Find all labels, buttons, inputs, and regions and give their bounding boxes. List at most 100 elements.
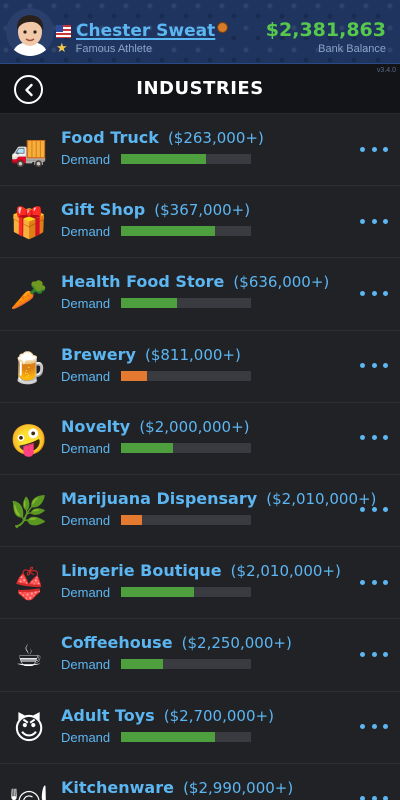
- demand-bar-fill: [121, 154, 206, 164]
- dot-icon: [383, 579, 388, 585]
- more-options-button[interactable]: [360, 214, 388, 228]
- more-options-button[interactable]: [360, 503, 388, 517]
- dot-icon: [360, 435, 365, 441]
- dot-icon: [360, 724, 365, 729]
- page-header: INDUSTRIES v3.4.0: [0, 64, 400, 114]
- industry-title: Adult Toys ($2,700,000+): [61, 706, 274, 725]
- industry-row[interactable]: 🍽 Kitchenware ($2,990,000+) Demand: [0, 763, 400, 800]
- beer-mug-icon: 🍺: [10, 350, 48, 386]
- demand-label: Demand: [61, 152, 111, 167]
- dot-icon: [371, 435, 377, 441]
- industry-name: Coffeehouse: [61, 633, 173, 653]
- industry-row[interactable]: 🌿 Marijuana Dispensary ($2,010,000+) Dem…: [0, 474, 400, 548]
- dot-icon: [360, 290, 365, 296]
- more-options-button[interactable]: [360, 792, 388, 800]
- zany-face-icon: 🤪: [10, 422, 48, 458]
- industry-price: ($2,010,000+): [230, 562, 341, 581]
- player-status-row: ★ Famous Athlete: [56, 42, 152, 55]
- star-icon: ★: [56, 41, 68, 56]
- dot-icon: [360, 146, 365, 152]
- industry-price: ($811,000+): [144, 345, 241, 364]
- industry-price: ($367,000+): [154, 201, 251, 220]
- industry-row[interactable]: 🥕 Health Food Store ($636,000+) Demand: [0, 258, 400, 331]
- dot-icon: [360, 363, 365, 369]
- demand-label: Demand: [61, 657, 111, 673]
- dot-icon: [371, 146, 377, 152]
- version-label: v3.4.0: [376, 67, 396, 74]
- industry-price: ($2,990,000+): [183, 778, 294, 797]
- more-options-button[interactable]: [360, 575, 388, 589]
- industry-row[interactable]: ☕ Coffeehouse ($2,250,000+) Demand: [0, 619, 400, 692]
- demand-bar: [121, 226, 251, 237]
- dot-icon: [383, 146, 388, 152]
- industry-name: Adult Toys: [61, 705, 155, 725]
- industry-title: Gift Shop ($367,000+): [61, 200, 250, 219]
- dot-icon: [383, 724, 388, 729]
- industry-name: Marijuana Dispensary: [61, 488, 258, 508]
- demand-bar-fill: [121, 659, 163, 670]
- dot-icon: [383, 218, 388, 224]
- demand-bar-fill: [121, 731, 215, 742]
- dot-icon: [383, 290, 388, 296]
- industry-title: Marijuana Dispensary ($2,010,000+): [61, 489, 376, 508]
- avatar[interactable]: [6, 8, 54, 56]
- more-options-button[interactable]: [360, 720, 388, 734]
- dot-icon: [371, 363, 377, 369]
- industry-price: ($2,250,000+): [181, 634, 292, 653]
- industry-title: Lingerie Boutique ($2,010,000+): [61, 561, 341, 580]
- more-options-button[interactable]: [360, 431, 388, 445]
- demand-label: Demand: [61, 440, 111, 456]
- industry-name: Health Food Store: [61, 272, 225, 292]
- demand-bar: [121, 731, 251, 742]
- demand-bar: [121, 587, 251, 598]
- dot-icon: [371, 579, 377, 585]
- demand-bar: [121, 659, 251, 670]
- demand-bar: [121, 514, 251, 525]
- corset-icon: 👙: [10, 567, 48, 603]
- demand-label: Demand: [61, 296, 111, 312]
- dot-icon: [383, 363, 388, 369]
- dot-icon: [360, 507, 365, 513]
- plate-icon: 🍽: [10, 784, 48, 800]
- bank-balance-value: $2,381,863: [265, 19, 386, 41]
- gift-icon: 🎁: [10, 206, 48, 242]
- demand-bar-fill: [121, 442, 173, 453]
- industry-name: Lingerie Boutique: [61, 561, 222, 581]
- player-name-row: Chester Sweat: [56, 20, 229, 42]
- food-truck-icon: 🚚: [10, 134, 48, 169]
- demand-bar-fill: [121, 298, 177, 309]
- more-options-button[interactable]: [360, 286, 388, 300]
- demand-bar: [121, 442, 251, 453]
- player-name[interactable]: Chester Sweat: [76, 21, 215, 41]
- industry-title: Food Truck ($263,000+): [61, 128, 264, 147]
- vegetables-icon: 🥕: [10, 278, 48, 314]
- industry-row[interactable]: 🚚 Food Truck ($263,000+) Demand: [0, 114, 400, 187]
- dot-icon: [371, 218, 377, 224]
- dot-icon: [360, 218, 365, 224]
- industry-title: Novelty ($2,000,000+): [61, 417, 249, 436]
- dot-icon: [383, 651, 388, 657]
- dot-icon: [371, 724, 377, 729]
- industry-row[interactable]: 🎁 Gift Shop ($367,000+) Demand: [0, 186, 400, 259]
- dot-icon: [360, 651, 365, 657]
- industry-row[interactable]: 👙 Lingerie Boutique ($2,010,000+) Demand: [0, 547, 400, 620]
- industry-list: 🚚 Food Truck ($263,000+) Demand 🎁 Gift S…: [0, 114, 400, 800]
- industry-row[interactable]: 🍺 Brewery ($811,000+) Demand: [0, 330, 400, 403]
- industry-price: ($263,000+): [167, 129, 264, 147]
- more-options-button[interactable]: [360, 647, 388, 661]
- demand-bar-fill: [121, 370, 147, 381]
- more-options-button[interactable]: [360, 142, 388, 156]
- demand-bar-fill: [121, 514, 142, 525]
- coffee-cup-icon: ☕: [15, 639, 43, 675]
- more-options-button[interactable]: [360, 359, 388, 373]
- industry-name: Novelty: [61, 416, 131, 436]
- profile-header: Chester Sweat ★ Famous Athlete $2,381,86…: [0, 0, 400, 64]
- demand-bar: [121, 154, 251, 164]
- demand-bar-fill: [121, 226, 215, 237]
- industry-title: Kitchenware ($2,990,000+): [61, 778, 293, 797]
- industry-title: Coffeehouse ($2,250,000+): [61, 633, 292, 652]
- industry-row[interactable]: 😈 Adult Toys ($2,700,000+) Demand: [0, 691, 400, 764]
- industry-row[interactable]: 🤪 Novelty ($2,000,000+) Demand: [0, 402, 400, 475]
- dot-icon: [383, 796, 388, 800]
- player-status: Famous Athlete: [75, 42, 153, 55]
